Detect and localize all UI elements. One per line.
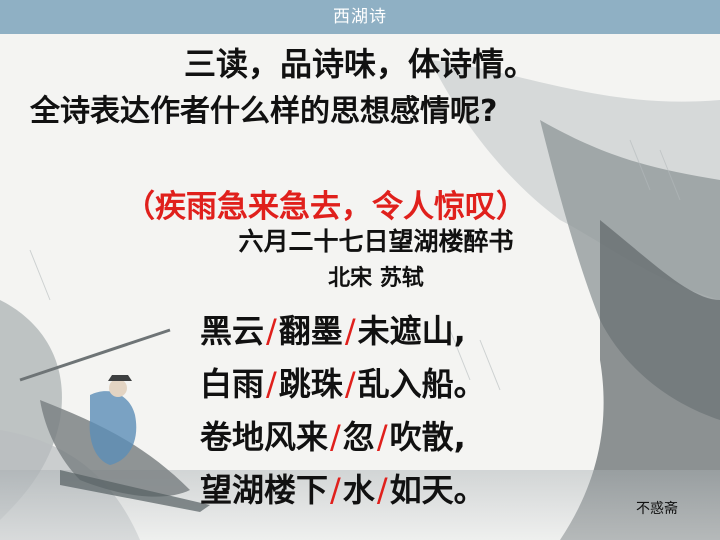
question-text: 全诗表达作者什么样的思想感情呢? <box>30 94 498 129</box>
poem-phrase: 吹散, <box>389 418 466 456</box>
pause-mark: / <box>330 471 341 509</box>
slide: 西湖诗 三读，品诗味，体诗情。 全诗表达作者什么样的思想感情呢? （疾雨急来急去… <box>0 0 720 540</box>
poem-phrase: 乱入船。 <box>357 365 486 403</box>
pause-mark: / <box>266 312 277 350</box>
pause-mark: / <box>376 471 388 509</box>
header-title: 西湖诗 <box>333 7 387 27</box>
poem-phrase: 水 <box>342 471 375 509</box>
poem-phrase: 未遮山, <box>357 312 466 350</box>
poem-phrase: 卷地风来 <box>200 418 329 456</box>
poem-line: 白雨/跳珠/乱入船。 <box>200 358 620 411</box>
poem-phrase: 望湖楼下 <box>200 471 329 509</box>
pause-mark: / <box>266 365 277 403</box>
watermark-text: 不惑斋 <box>636 501 678 517</box>
poem-phrase: 忽 <box>342 418 375 456</box>
poem-author: 北宋 苏轼 <box>328 266 424 291</box>
poem-phrase: 如天。 <box>389 471 486 509</box>
poem-body: 黑云/翻墨/未遮山, 白雨/跳珠/乱入船。 卷地风来/忽/吹散, 望湖楼下/水/… <box>200 305 620 517</box>
header-bar: 西湖诗 <box>0 0 720 34</box>
answer-text: （疾雨急来急去，令人惊叹） <box>124 189 527 225</box>
poem-phrase: 翻墨 <box>278 312 343 350</box>
pause-mark: / <box>376 418 388 456</box>
pause-mark: / <box>330 418 341 456</box>
poem-phrase: 白雨 <box>200 365 265 403</box>
poem-line: 黑云/翻墨/未遮山, <box>200 305 620 358</box>
pause-mark: / <box>344 365 356 403</box>
poem-phrase: 跳珠 <box>278 365 343 403</box>
slide-heading: 三读，品诗味，体诗情。 <box>183 45 536 83</box>
poem-line: 卷地风来/忽/吹散, <box>200 411 620 464</box>
pause-mark: / <box>344 312 356 350</box>
poem-line: 望湖楼下/水/如天。 <box>200 464 620 517</box>
poem-title: 六月二十七日望湖楼醉书 <box>238 227 514 256</box>
poem-phrase: 黑云 <box>200 312 265 350</box>
